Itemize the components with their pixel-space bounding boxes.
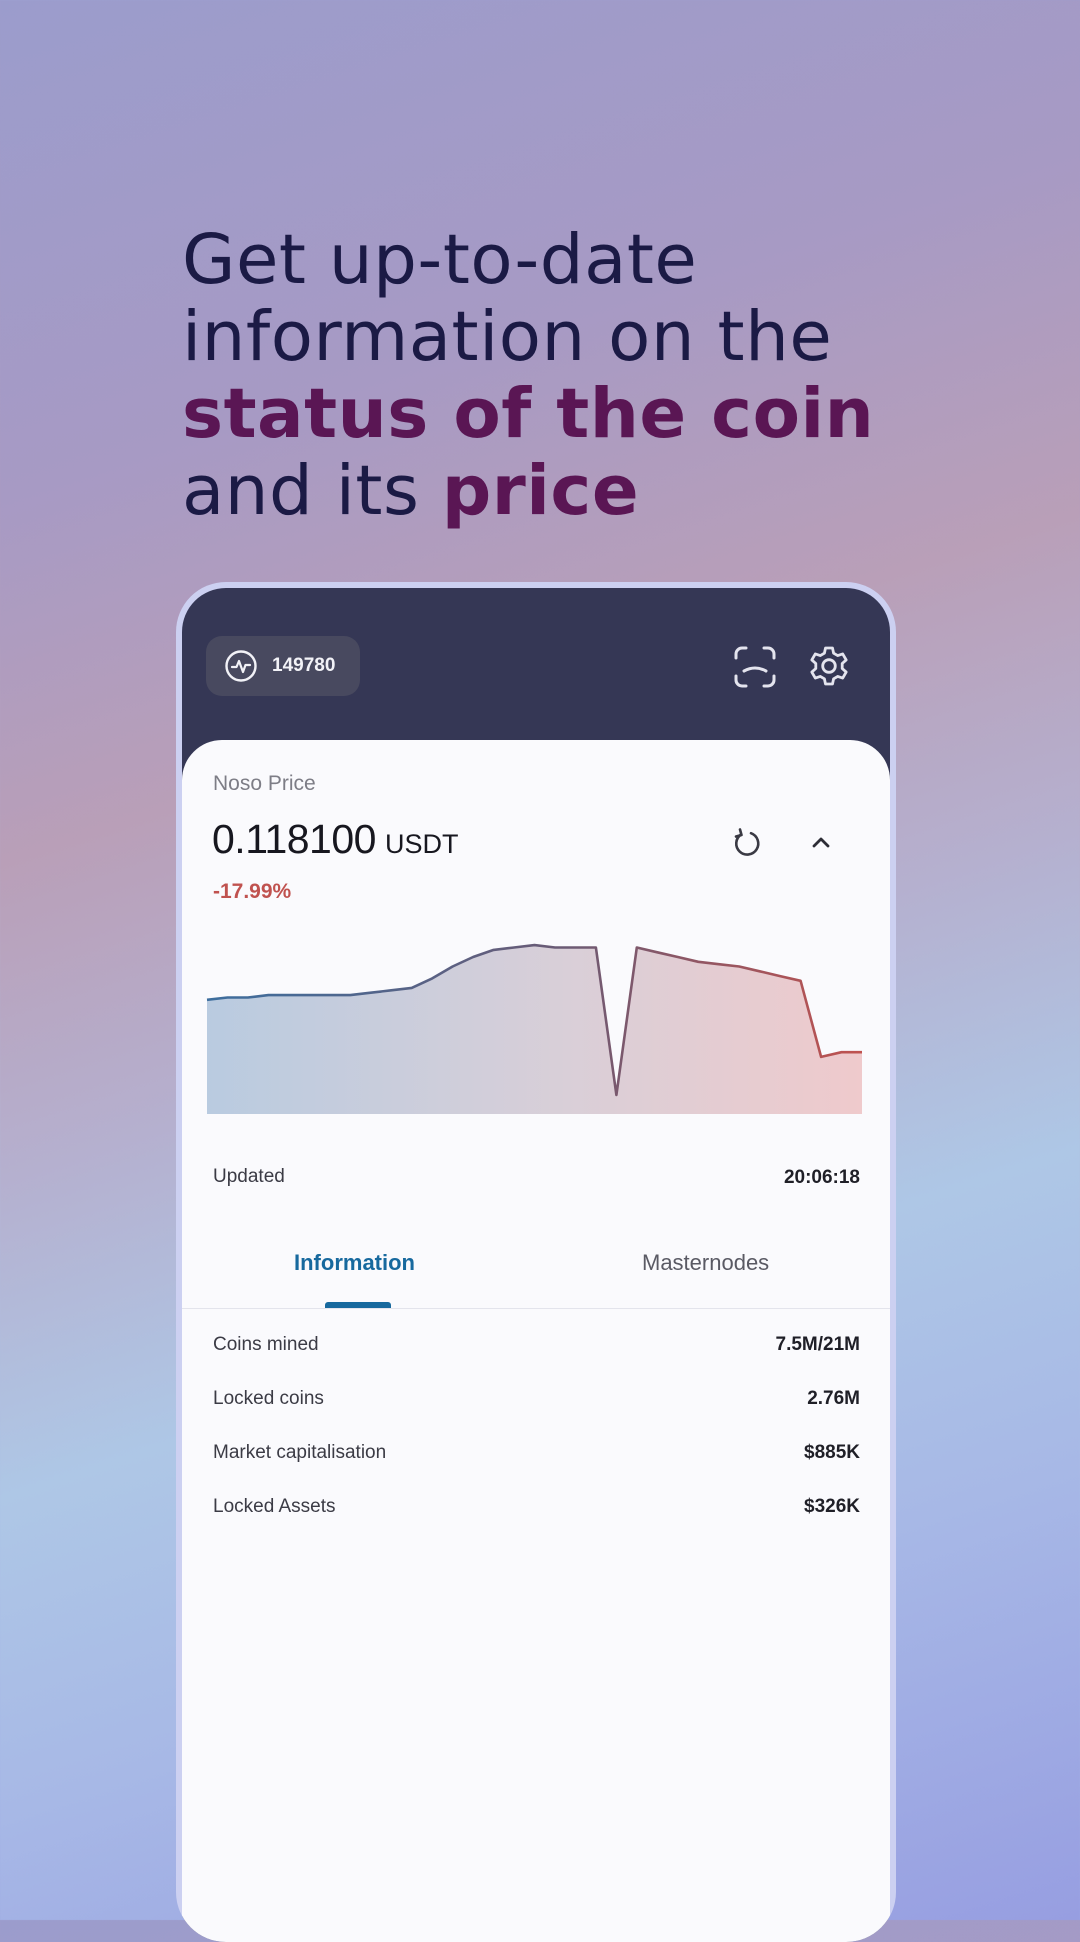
phone-frame: 149780 Noso Price 0.118100 USDT -17.99% …	[176, 582, 896, 1942]
block-height-pill[interactable]: 149780	[206, 636, 360, 696]
price-row: 0.118100 USDT	[212, 816, 458, 863]
info-value: $885K	[804, 1442, 860, 1463]
active-tab-indicator	[325, 1302, 391, 1308]
headline-text-2: and its	[182, 451, 442, 531]
scan-frame-icon[interactable]	[732, 644, 778, 690]
updated-label: Updated	[213, 1166, 285, 1187]
headline-highlight-status: status of the coin	[182, 374, 875, 454]
tab-bar: Information Masternodes	[182, 1250, 890, 1309]
activity-pulse-icon	[225, 650, 257, 682]
refresh-icon[interactable]	[730, 826, 764, 860]
list-item: Locked Assets $326K	[213, 1496, 860, 1550]
app-screen: 149780 Noso Price 0.118100 USDT -17.99% …	[182, 588, 890, 1942]
info-value: $326K	[804, 1496, 860, 1517]
list-item: Market capitalisation $885K	[213, 1442, 860, 1496]
list-item: Locked coins 2.76M	[213, 1388, 860, 1442]
list-item: Coins mined 7.5M/21M	[213, 1334, 860, 1388]
price-label: Noso Price	[213, 772, 316, 795]
info-label: Market capitalisation	[213, 1442, 387, 1463]
info-label: Locked Assets	[213, 1496, 336, 1517]
top-bar: 149780	[182, 588, 890, 748]
chevron-up-icon[interactable]	[804, 826, 838, 860]
price-change: -17.99%	[213, 880, 292, 903]
info-list: Coins mined 7.5M/21M Locked coins 2.76M …	[213, 1334, 860, 1550]
info-value: 7.5M/21M	[775, 1334, 860, 1355]
gear-icon[interactable]	[806, 643, 852, 689]
price-unit: USDT	[384, 829, 459, 859]
info-value: 2.76M	[807, 1388, 860, 1409]
chart-area-fill	[207, 945, 862, 1114]
headline-text-1: Get up-to-date information on the	[182, 220, 833, 377]
promo-headline: Get up-to-date information on the status…	[182, 222, 1002, 530]
info-label: Coins mined	[213, 1334, 319, 1355]
price-sheet: Noso Price 0.118100 USDT -17.99% Updated…	[182, 740, 890, 1942]
info-label: Locked coins	[213, 1388, 324, 1409]
price-value: 0.118100	[212, 816, 376, 862]
tab-information[interactable]: Information	[294, 1250, 415, 1276]
price-chart	[206, 943, 862, 1114]
updated-time: 20:06:18	[783, 1167, 860, 1188]
headline-highlight-price: price	[441, 451, 640, 531]
tab-masternodes[interactable]: Masternodes	[642, 1250, 769, 1276]
block-height-value: 149780	[272, 655, 336, 676]
